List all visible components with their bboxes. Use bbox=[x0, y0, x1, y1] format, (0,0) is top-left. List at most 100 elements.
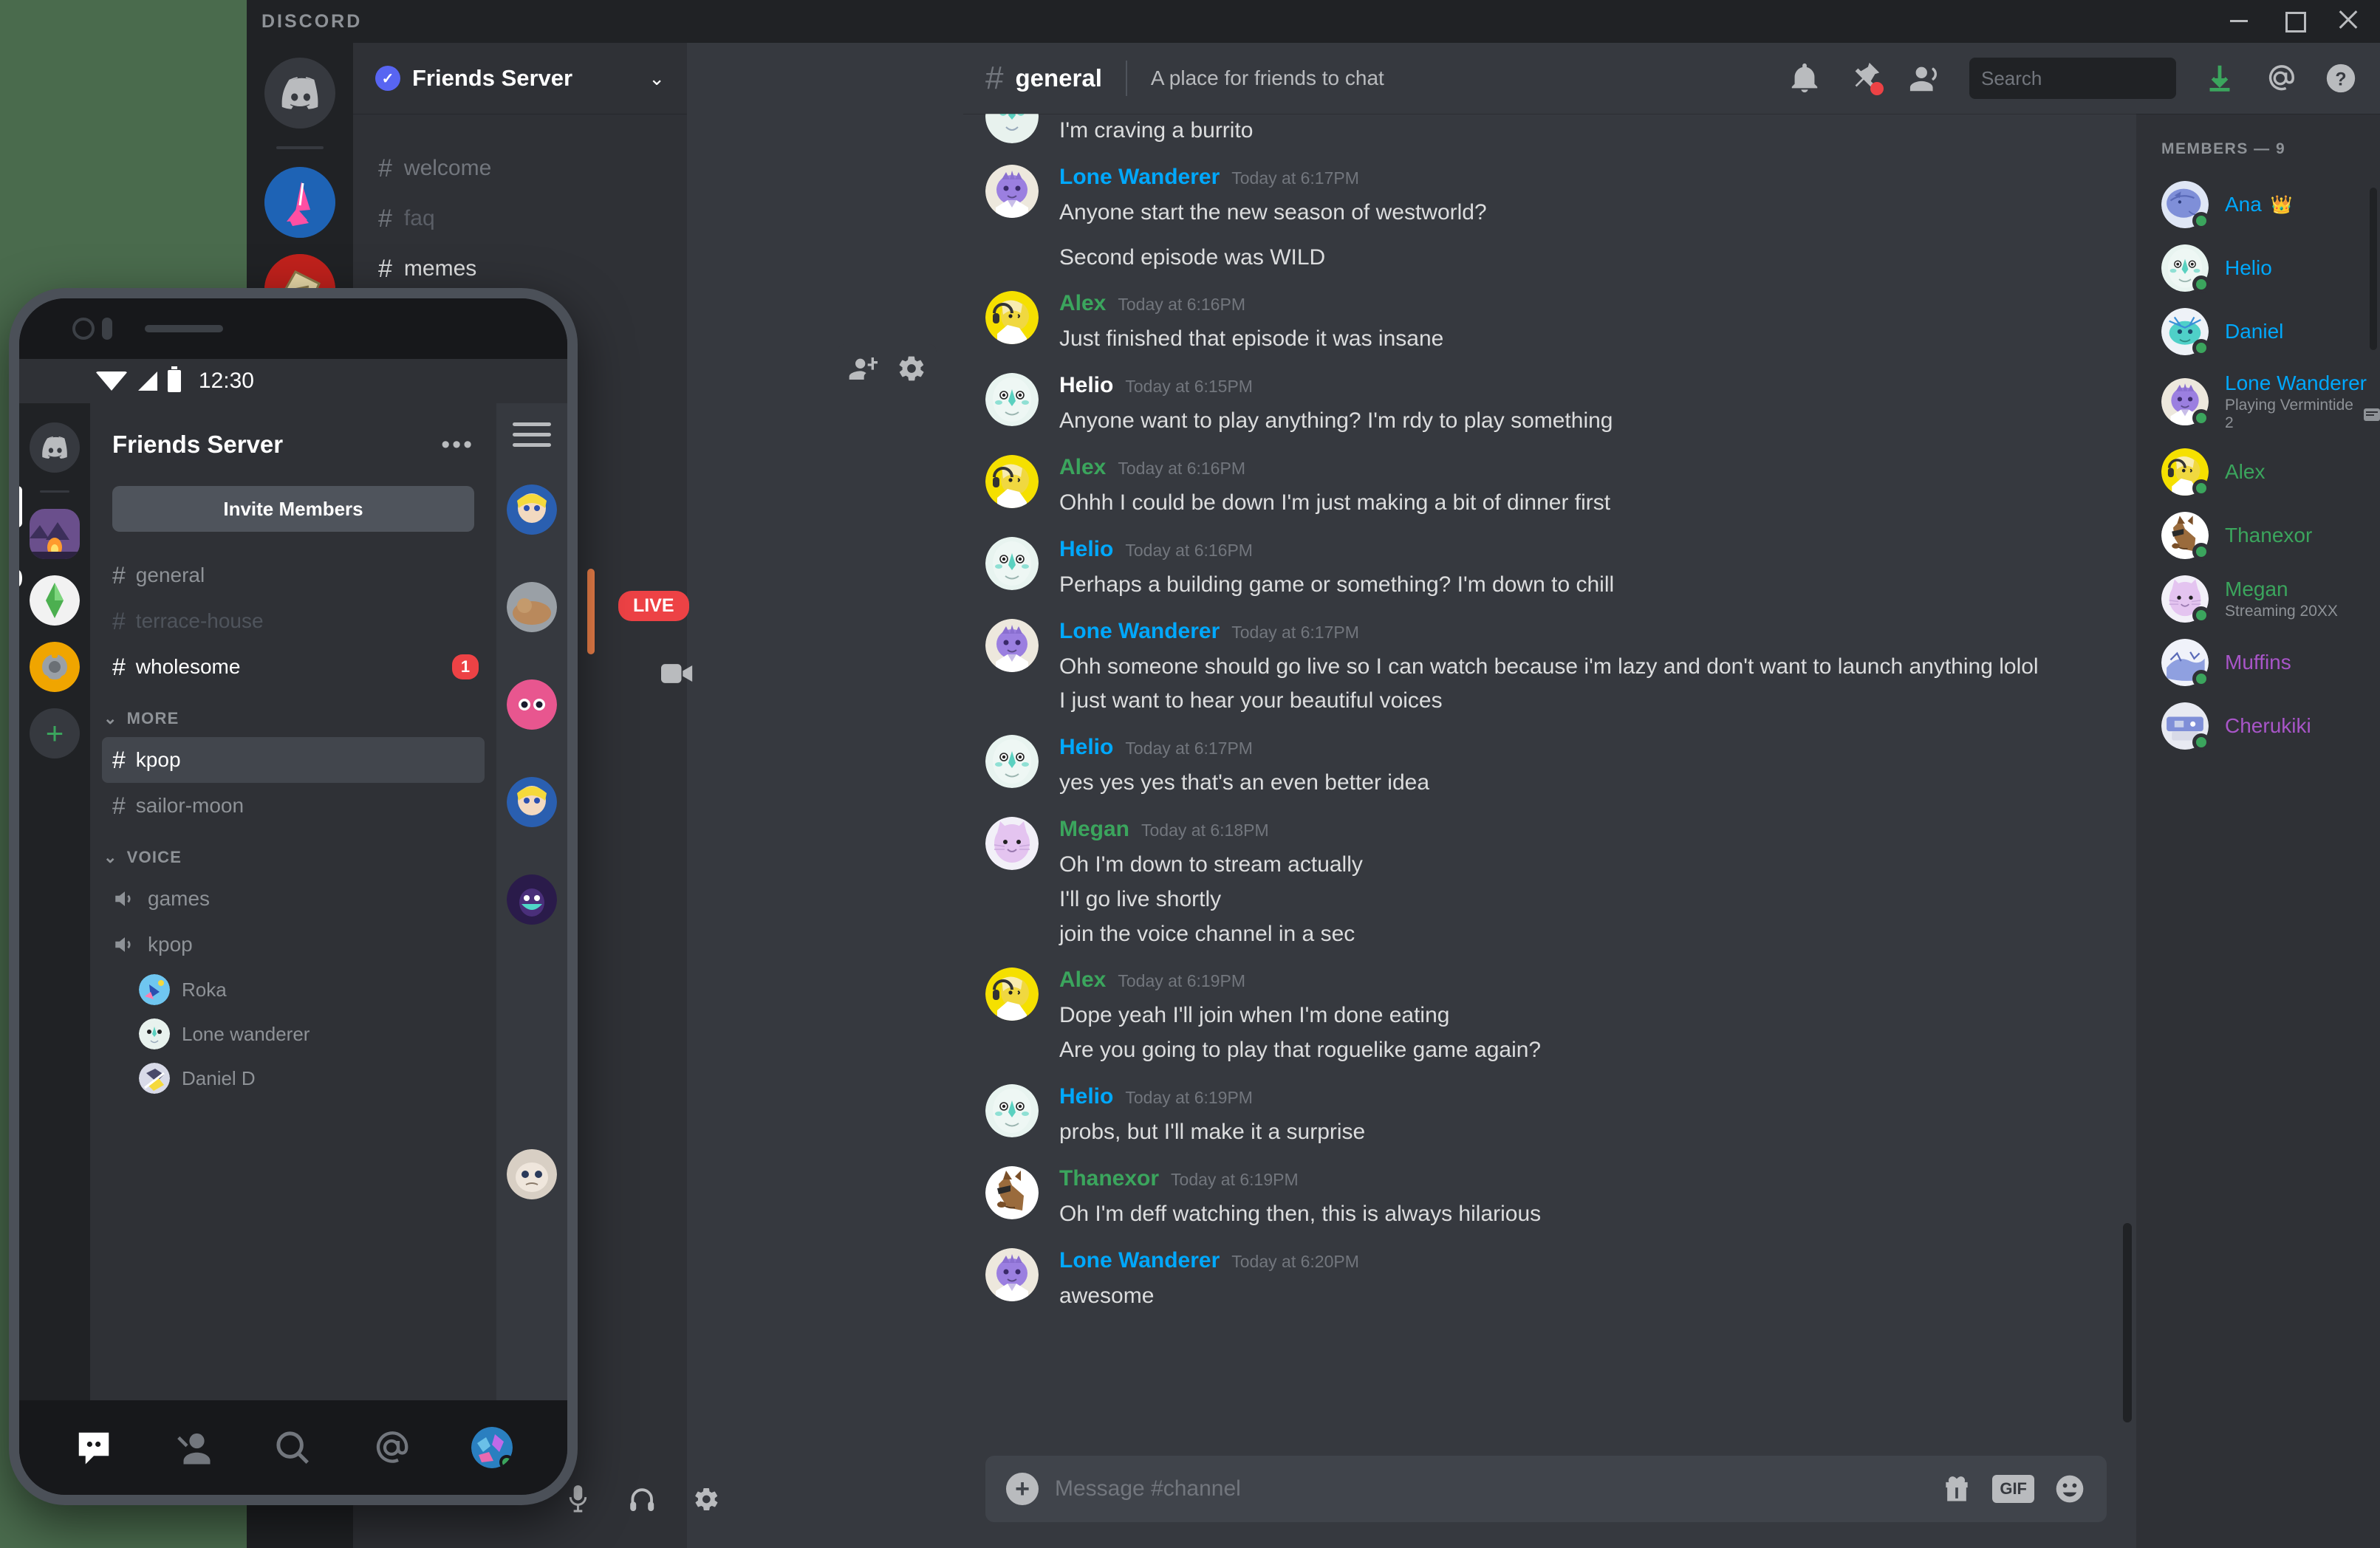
voice-user-lone-wanderer[interactable]: Lone wanderer bbox=[90, 1012, 496, 1056]
avatar[interactable] bbox=[985, 164, 1039, 218]
emoji-icon[interactable] bbox=[2054, 1473, 2086, 1505]
avatar[interactable] bbox=[985, 618, 1039, 672]
message-author[interactable]: Alex bbox=[1059, 291, 1106, 316]
message-author[interactable]: Alex bbox=[1059, 455, 1106, 480]
phone-category-more[interactable]: ⌄ MORE bbox=[90, 690, 496, 737]
member-row[interactable]: Helio bbox=[2136, 236, 2380, 300]
phone-channel-general[interactable]: # general bbox=[90, 552, 496, 598]
phone-channel-kpop[interactable]: # kpop bbox=[102, 737, 485, 783]
avatar[interactable] bbox=[985, 536, 1039, 590]
member-row[interactable]: Muffins bbox=[2136, 631, 2380, 694]
message-author[interactable]: Lone Wanderer bbox=[1059, 165, 1220, 190]
avatar[interactable] bbox=[985, 735, 1039, 789]
member-row[interactable]: Megan Streaming 20XX bbox=[2136, 567, 2380, 631]
member-row[interactable]: Ana 👑 bbox=[2136, 173, 2380, 236]
discord-home-icon[interactable] bbox=[74, 1428, 114, 1467]
attach-plus-icon[interactable]: + bbox=[1006, 1473, 1039, 1505]
add-person-icon[interactable] bbox=[848, 354, 878, 383]
members-scrollbar[interactable] bbox=[2370, 188, 2377, 350]
voice-user-roka[interactable]: Roka bbox=[90, 968, 496, 1012]
invite-members-button[interactable]: Invite Members bbox=[112, 486, 474, 532]
message-author[interactable]: Lone Wanderer bbox=[1059, 619, 1220, 644]
message-row: Megan Today at 6:18PM Oh I'm down to strea… bbox=[963, 801, 2107, 951]
members-icon[interactable] bbox=[1909, 61, 1943, 95]
chevron-down-icon[interactable]: ⌄ bbox=[649, 67, 665, 90]
channel-item-memes[interactable]: # memes bbox=[353, 244, 687, 294]
mentions-icon[interactable] bbox=[372, 1428, 411, 1467]
phone-bottom-nav bbox=[19, 1400, 567, 1495]
message-author[interactable]: Helio bbox=[1059, 373, 1113, 398]
channel-item-welcome[interactable]: # welcome bbox=[353, 143, 687, 194]
phone-voice-channel-kpop[interactable]: kpop bbox=[90, 922, 496, 968]
phone-rail-item-sims[interactable] bbox=[30, 575, 80, 626]
phone-rail-item-campfire[interactable] bbox=[30, 509, 80, 559]
message-timestamp: Today at 6:19PM bbox=[1171, 1169, 1299, 1189]
headphones-icon[interactable] bbox=[628, 1483, 656, 1516]
gif-button[interactable]: GIF bbox=[1992, 1475, 2034, 1503]
member-row[interactable]: Alex bbox=[2136, 440, 2380, 504]
pin-icon[interactable] bbox=[1848, 61, 1884, 95]
search-icon[interactable] bbox=[273, 1428, 312, 1467]
help-icon[interactable]: ? bbox=[2324, 61, 2358, 95]
channel-item-faq[interactable]: # faq bbox=[353, 194, 687, 244]
member-row[interactable]: Cherukiki bbox=[2136, 694, 2380, 758]
message-author[interactable]: Helio bbox=[1059, 735, 1113, 760]
phone-channel-terrace-house[interactable]: # terrace-house bbox=[90, 598, 496, 644]
member-info: Muffins bbox=[2225, 651, 2291, 674]
hamburger-icon[interactable] bbox=[513, 422, 551, 453]
profile-avatar[interactable] bbox=[471, 1427, 513, 1468]
member-row[interactable]: Thanexor bbox=[2136, 504, 2380, 567]
member-row[interactable]: Lone Wanderer Playing Vermintide 2 bbox=[2136, 363, 2380, 440]
member-row[interactable]: Daniel bbox=[2136, 300, 2380, 363]
gift-icon[interactable] bbox=[1940, 1473, 1973, 1505]
message-author[interactable]: Helio bbox=[1059, 1084, 1113, 1109]
avatar[interactable] bbox=[985, 1247, 1039, 1301]
phone-rail-add-server-button[interactable]: + bbox=[30, 708, 80, 758]
avatar[interactable] bbox=[985, 454, 1039, 508]
camera-icon[interactable] bbox=[661, 661, 694, 686]
gear-icon[interactable] bbox=[897, 354, 926, 383]
server-rail-home-button[interactable] bbox=[264, 58, 335, 129]
phone-chat-peek[interactable] bbox=[496, 403, 567, 1495]
message-composer[interactable]: + Message #channel GIF bbox=[985, 1456, 2107, 1522]
phone-rail-home-button[interactable] bbox=[30, 422, 80, 473]
phone-rail-item-overwatch[interactable] bbox=[30, 642, 80, 692]
phone-category-voice[interactable]: ⌄ VOICE bbox=[90, 829, 496, 876]
bell-icon[interactable] bbox=[1788, 61, 1822, 95]
search-field[interactable] bbox=[1981, 66, 2229, 90]
microphone-icon[interactable] bbox=[565, 1482, 591, 1517]
close-icon[interactable] bbox=[2337, 9, 2359, 31]
phone-channel-sailor-moon[interactable]: # sailor-moon bbox=[90, 783, 496, 829]
member-name: Daniel bbox=[2225, 320, 2284, 343]
online-status-dot bbox=[2192, 275, 2210, 293]
phone-channel-wholesome[interactable]: # wholesome 1 bbox=[90, 644, 496, 690]
avatar[interactable] bbox=[985, 816, 1039, 870]
avatar[interactable] bbox=[985, 1165, 1039, 1219]
message-scrollbar[interactable] bbox=[2123, 1223, 2132, 1422]
friends-icon[interactable] bbox=[174, 1428, 213, 1467]
message-author[interactable]: Helio bbox=[1059, 537, 1113, 562]
message-author[interactable]: Lone Wanderer bbox=[1059, 1248, 1220, 1273]
avatar[interactable] bbox=[985, 1083, 1039, 1137]
server-rail-item-bunny[interactable] bbox=[264, 167, 335, 238]
avatar[interactable] bbox=[985, 373, 1039, 427]
search-input[interactable] bbox=[1969, 58, 2229, 99]
phone-voice-channel-games[interactable]: games bbox=[90, 876, 496, 922]
message-author[interactable]: Alex bbox=[1059, 968, 1106, 993]
message-author[interactable]: Thanexor bbox=[1059, 1166, 1159, 1191]
maximize-icon[interactable] bbox=[2282, 9, 2306, 32]
avatar[interactable] bbox=[985, 968, 1039, 1021]
server-header-button[interactable]: ✓ Friends Server ⌄ bbox=[353, 43, 687, 114]
message-input[interactable]: Message #channel bbox=[1055, 1476, 1940, 1501]
avatar[interactable] bbox=[985, 291, 1039, 345]
inbox-icon[interactable] bbox=[2203, 61, 2237, 95]
mention-icon[interactable] bbox=[2263, 61, 2297, 95]
message-author[interactable]: Megan bbox=[1059, 817, 1129, 842]
gear-icon[interactable] bbox=[693, 1484, 720, 1515]
member-info: Alex bbox=[2225, 460, 2265, 484]
minimize-icon[interactable] bbox=[2228, 9, 2250, 31]
avatar[interactable] bbox=[985, 114, 1039, 143]
message-list[interactable]: I'm craving a burrito Lone Wanderer Today… bbox=[963, 114, 2136, 1430]
phone-more-menu-icon[interactable]: ••• bbox=[441, 431, 474, 459]
voice-user-daniel-d[interactable]: Daniel D bbox=[90, 1056, 496, 1100]
